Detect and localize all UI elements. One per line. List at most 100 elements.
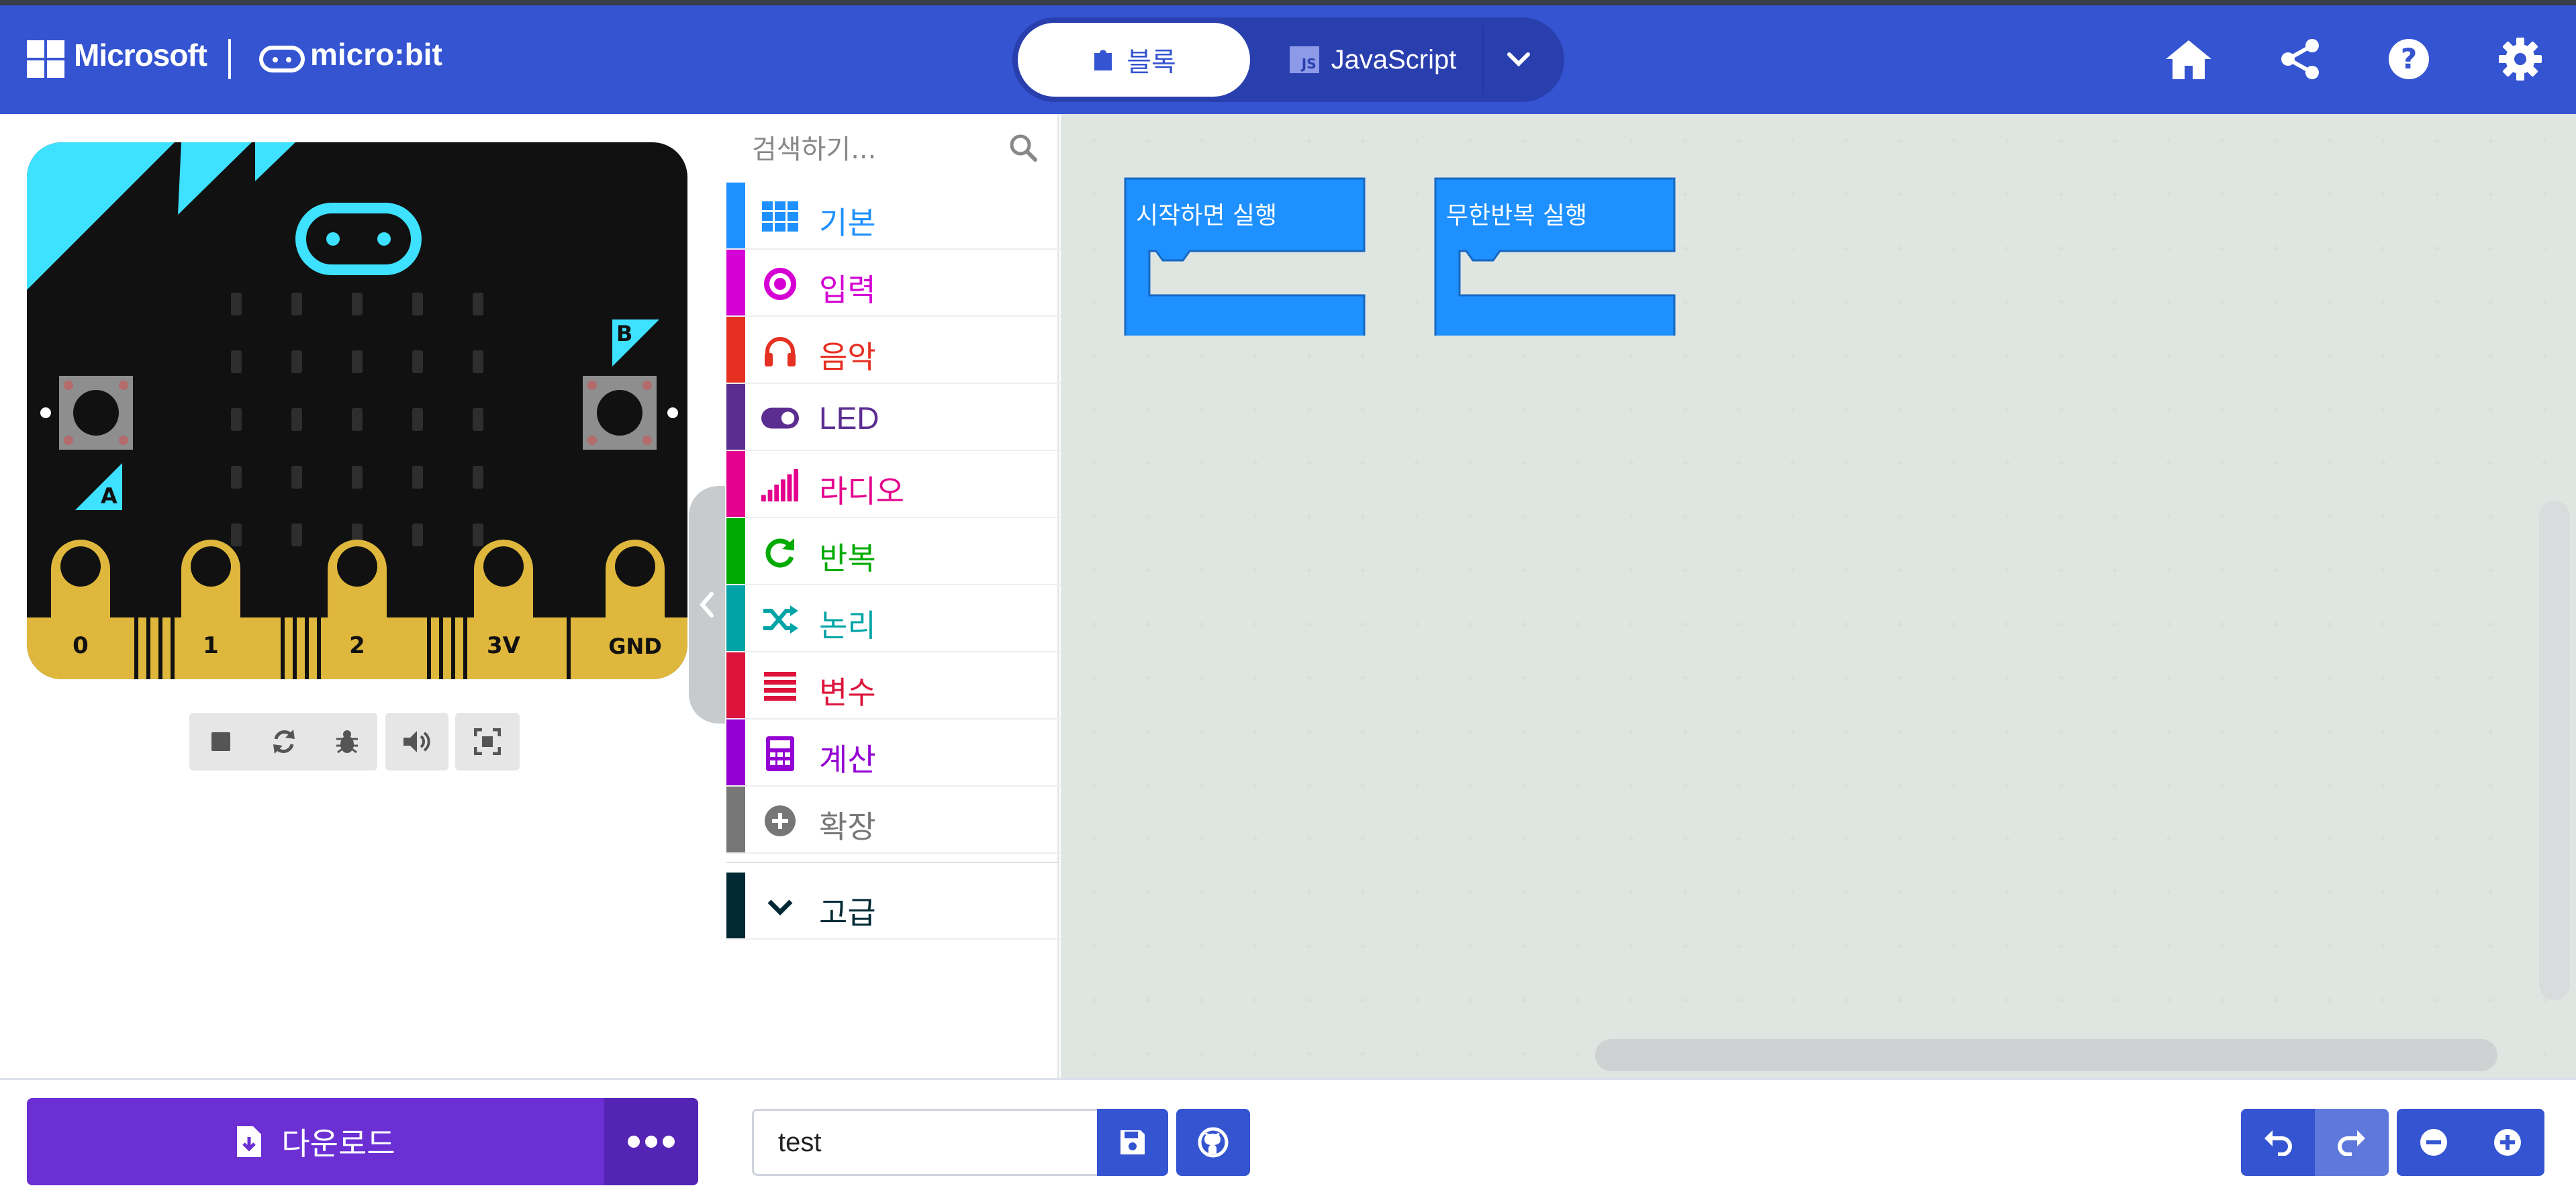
category-label: 변수 [819, 675, 876, 711]
share-icon [2281, 39, 2319, 79]
workspace-horizontal-scrollbar[interactable] [1595, 1039, 2497, 1071]
pin-gnd-label[interactable]: GND [603, 634, 667, 659]
category-color-bar [726, 183, 745, 248]
category-color-bar [726, 720, 745, 785]
home-icon [2166, 40, 2211, 79]
category-color-bar [726, 451, 745, 517]
category-math[interactable]: 계산 [726, 720, 1061, 787]
download-icon [237, 1126, 262, 1157]
category-logic[interactable]: 논리 [726, 585, 1061, 652]
mode-dropdown-button[interactable] [1494, 30, 1543, 90]
gear-icon [2499, 38, 2542, 81]
github-button[interactable] [1176, 1109, 1250, 1176]
microsoft-logo-icon[interactable] [27, 40, 64, 78]
button-a-marker: A [75, 463, 129, 510]
zoom-in-button[interactable] [2471, 1109, 2544, 1176]
pin-3v-label[interactable]: 3V [483, 632, 524, 659]
restart-button[interactable] [252, 713, 316, 771]
category-led[interactable]: LED [726, 384, 1061, 451]
category-label: 논리 [819, 607, 876, 644]
grid-icon [761, 200, 799, 234]
category-radio[interactable]: 라디오 [726, 451, 1061, 518]
pin-0-label[interactable]: 0 [68, 632, 93, 659]
fullscreen-button[interactable] [455, 713, 520, 771]
category-color-bar [726, 652, 745, 718]
more-icon [628, 1136, 675, 1148]
share-button[interactable] [2268, 27, 2332, 91]
chevron-down-icon [1507, 52, 1530, 67]
redo-icon [2338, 1130, 2365, 1156]
collapse-simulator-button[interactable] [689, 486, 725, 724]
blocks-mode-label: 블록 [1127, 47, 1176, 78]
download-button[interactable]: 다운로드 [27, 1098, 604, 1185]
plus-circle-icon [2494, 1129, 2521, 1156]
javascript-mode-button[interactable]: JS JavaScript [1262, 23, 1484, 97]
search-icon[interactable] [1007, 132, 1039, 166]
category-variables[interactable]: 변수 [726, 652, 1061, 720]
list-icon [761, 670, 799, 703]
category-advanced[interactable]: 고급 [726, 873, 1061, 940]
forever-block[interactable]: 무한반복 실행 [1433, 177, 1677, 340]
headphones-icon [761, 334, 799, 368]
brand-divider [228, 39, 231, 79]
blocks-mode-button[interactable]: 블록 [1018, 23, 1250, 97]
category-label: 라디오 [819, 473, 904, 509]
download-more-button[interactable] [604, 1098, 698, 1185]
category-label: 고급 [819, 895, 876, 931]
toolbox-search-input[interactable]: 검색하기... [752, 128, 876, 166]
debug-button[interactable] [316, 713, 379, 771]
plus-circle-icon [761, 804, 799, 838]
category-basic[interactable]: 기본 [726, 183, 1061, 250]
window-top-edge [0, 0, 2576, 5]
github-icon [1198, 1127, 1229, 1158]
category-label: LED [819, 401, 879, 436]
download-label: 다운로드 [281, 1126, 395, 1162]
category-input[interactable]: 입력 [726, 250, 1061, 317]
category-label: 확장 [819, 809, 876, 845]
microbit-brand[interactable]: micro:bit [310, 36, 442, 72]
category-label: 계산 [819, 742, 876, 778]
microbit-simulator-board[interactable]: A B 0 1 2 3V GND [27, 142, 687, 679]
on-start-block[interactable]: 시작하면 실행 [1123, 177, 1367, 340]
pin-2-label[interactable]: 2 [345, 632, 369, 659]
category-extensions[interactable]: 확장 [726, 787, 1061, 854]
category-label: 반복 [819, 540, 876, 577]
chevron-left-icon [700, 592, 714, 617]
puzzle-icon [1094, 50, 1112, 70]
sound-icon [403, 731, 430, 752]
undo-icon [2264, 1130, 2292, 1156]
home-button[interactable] [2156, 27, 2221, 91]
settings-button[interactable] [2488, 27, 2553, 91]
simulator-toolbar [189, 713, 520, 771]
minus-circle-icon [2420, 1129, 2447, 1156]
block-label: 시작하면 실행 [1136, 202, 1278, 230]
project-name-input[interactable]: test [752, 1109, 1097, 1176]
button-b-label: B [616, 321, 633, 346]
mute-button[interactable] [385, 713, 448, 771]
svg-text:?: ? [2401, 42, 2417, 75]
board-artwork [27, 142, 687, 679]
category-color-bar [726, 250, 745, 315]
category-label: 입력 [819, 272, 876, 308]
button-a-label: A [101, 483, 117, 509]
save-icon [1120, 1130, 1145, 1154]
save-button[interactable] [1097, 1109, 1168, 1176]
pin-1-label[interactable]: 1 [199, 632, 223, 659]
redo-button[interactable] [2315, 1109, 2389, 1176]
category-color-bar [726, 787, 745, 852]
workspace-vertical-scrollbar[interactable] [2539, 501, 2570, 1000]
help-button[interactable]: ? [2377, 27, 2441, 91]
undo-button[interactable] [2241, 1109, 2315, 1176]
signal-icon [761, 468, 799, 502]
category-music[interactable]: 음악 [726, 317, 1061, 384]
button-b-marker: B [612, 319, 659, 366]
microbit-logo-icon[interactable] [259, 46, 305, 72]
microsoft-brand[interactable]: Microsoft [74, 37, 207, 73]
category-label: 음악 [819, 339, 876, 375]
stop-button[interactable] [189, 713, 252, 771]
category-color-bar [726, 317, 745, 383]
zoom-out-button[interactable] [2397, 1109, 2471, 1176]
mode-divider [1482, 26, 1484, 94]
category-loops[interactable]: 반복 [726, 518, 1061, 585]
js-icon: JS [1289, 46, 1319, 73]
